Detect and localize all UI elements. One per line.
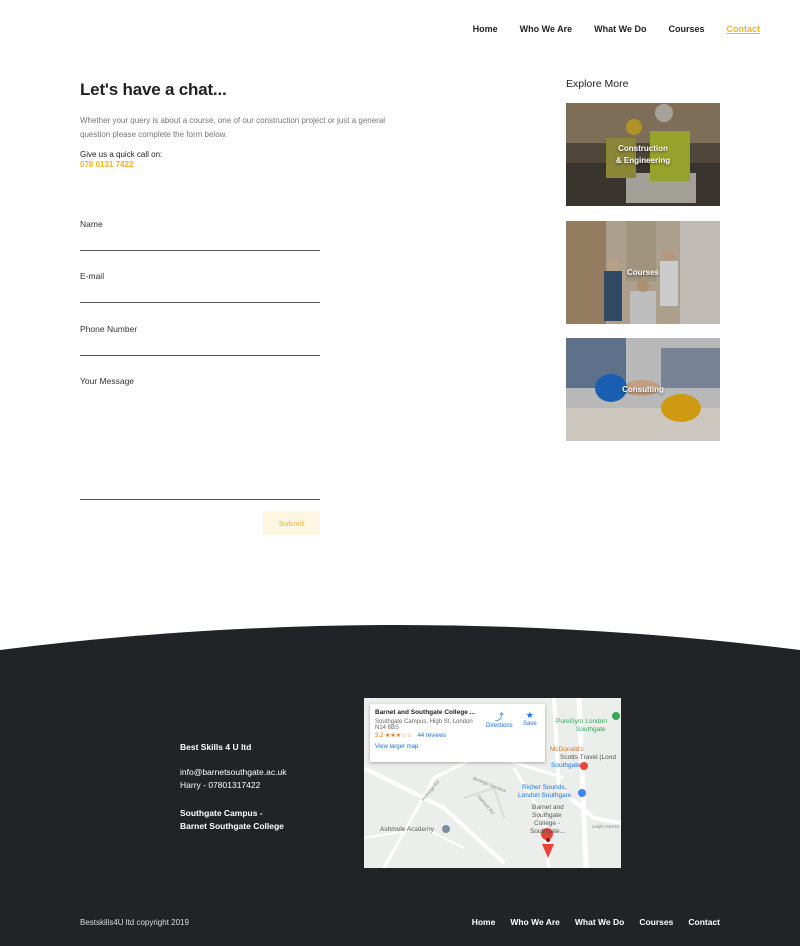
copyright: Bestskills4U ltd copyright 2019 bbox=[80, 918, 189, 927]
nav-contact[interactable]: Contact bbox=[727, 24, 761, 34]
map-label-puregym: PureGym London bbox=[556, 718, 607, 725]
map-place-title: Barnet and Southgate College ... bbox=[375, 709, 476, 716]
phone-link[interactable]: 078 0131 7422 bbox=[80, 160, 400, 169]
map-label-southgate: Southgate bbox=[551, 762, 581, 769]
map-label-mcdonalds: McDonald's bbox=[550, 746, 584, 753]
submit-button[interactable]: Submit bbox=[263, 511, 320, 535]
nav-what-we-do[interactable]: What We Do bbox=[594, 24, 646, 34]
map-label-scotts: Scotts Travel (Lond bbox=[560, 754, 616, 761]
message-textarea[interactable] bbox=[80, 499, 320, 500]
card-label-line2: & Engineering bbox=[615, 155, 671, 165]
map-label-puregym2: Southgate bbox=[576, 726, 606, 733]
email-label: E-mail bbox=[80, 271, 105, 281]
message-field[interactable]: Your Message bbox=[80, 376, 320, 500]
footer-nav: Home Who We Are What We Do Courses Conta… bbox=[472, 917, 720, 927]
footer-nav-contact[interactable]: Contact bbox=[688, 917, 720, 927]
nav-who-we-are[interactable]: Who We Are bbox=[520, 24, 573, 34]
intro-text: Whether your query is about a course, on… bbox=[80, 116, 386, 139]
map-address-line2: N14 6BS bbox=[375, 725, 400, 731]
name-label: Name bbox=[80, 219, 103, 229]
map-stars: ★★★☆☆ bbox=[385, 733, 412, 739]
phone-label: Phone Number bbox=[80, 324, 138, 334]
card-construction[interactable]: Construction & Engineering bbox=[566, 103, 720, 206]
nav-home[interactable]: Home bbox=[473, 24, 498, 34]
map-label-ashmole: Ashmole Academy bbox=[380, 826, 434, 833]
footer-nav-who-we-are[interactable]: Who We Are bbox=[510, 917, 560, 927]
map-save-button[interactable]: ★ Save bbox=[523, 710, 537, 727]
map-label-richer2: London Southgate bbox=[518, 792, 572, 799]
nav-courses[interactable]: Courses bbox=[668, 24, 704, 34]
call-heading: Give us a quick call on: bbox=[80, 150, 163, 159]
footer-contact: info@barnetsouthgate.ac.uk Harry - 07801… bbox=[180, 766, 286, 792]
card-courses[interactable]: Courses bbox=[566, 221, 720, 324]
map-label-richer1: Richer Sounds, bbox=[522, 784, 567, 791]
name-input[interactable] bbox=[80, 250, 320, 251]
map-label-leigh: Leigh Hunt Dr bbox=[592, 824, 620, 829]
footer-phone[interactable]: Harry - 07801317422 bbox=[180, 779, 286, 792]
contact-intro: Let's have a chat... Whether your query … bbox=[80, 80, 400, 169]
map-reviews-link[interactable]: 44 reviews bbox=[418, 733, 447, 739]
card-label-line1: Construction bbox=[618, 143, 668, 153]
star-icon: ★ bbox=[525, 710, 534, 720]
footer-nav-home[interactable]: Home bbox=[472, 917, 496, 927]
card-consulting[interactable]: Consulting bbox=[566, 338, 720, 441]
footer-company: Best Skills 4 U ltd bbox=[180, 741, 251, 754]
map-label-college3: College - bbox=[534, 820, 561, 827]
name-field[interactable]: Name bbox=[80, 219, 320, 251]
phone-field[interactable]: Phone Number bbox=[80, 324, 320, 356]
phone-input[interactable] bbox=[80, 355, 320, 356]
directions-icon: ⤴ bbox=[494, 712, 504, 722]
message-label: Your Message bbox=[80, 376, 135, 386]
map-label-college2: Southgate bbox=[532, 812, 562, 819]
google-map[interactable]: PureGym London Southgate McDonald's Scot… bbox=[364, 698, 621, 868]
footer-campus: Southgate Campus - Barnet Southgate Coll… bbox=[180, 807, 284, 833]
map-label-college1: Barnet and bbox=[532, 804, 564, 811]
card-label-line1: Courses bbox=[626, 267, 659, 277]
campus-line1: Southgate Campus - bbox=[180, 808, 263, 818]
map-directions-button[interactable]: ⤴ Directions bbox=[486, 710, 513, 729]
footer-nav-courses[interactable]: Courses bbox=[639, 917, 673, 927]
footer-email[interactable]: info@barnetsouthgate.ac.uk bbox=[180, 766, 286, 779]
map-place-card: Barnet and Southgate College ... Southga… bbox=[370, 704, 545, 762]
map-label-college4: Southgate... bbox=[530, 828, 566, 835]
company-name: Best Skills 4 U ltd bbox=[180, 742, 252, 752]
campus-line2: Barnet Southgate College bbox=[180, 821, 284, 831]
explore-heading: Explore More bbox=[566, 78, 629, 90]
top-nav: Home Who We Are What We Do Courses Conta… bbox=[473, 24, 760, 34]
map-rating: 3.2 bbox=[375, 733, 384, 739]
card-label-line1: Consulting bbox=[622, 384, 664, 394]
map-larger-link[interactable]: View larger map bbox=[375, 744, 540, 750]
email-input[interactable] bbox=[80, 302, 320, 303]
footer-nav-what-we-do[interactable]: What We Do bbox=[575, 917, 624, 927]
email-field[interactable]: E-mail bbox=[80, 271, 320, 303]
page-title: Let's have a chat... bbox=[80, 80, 227, 99]
